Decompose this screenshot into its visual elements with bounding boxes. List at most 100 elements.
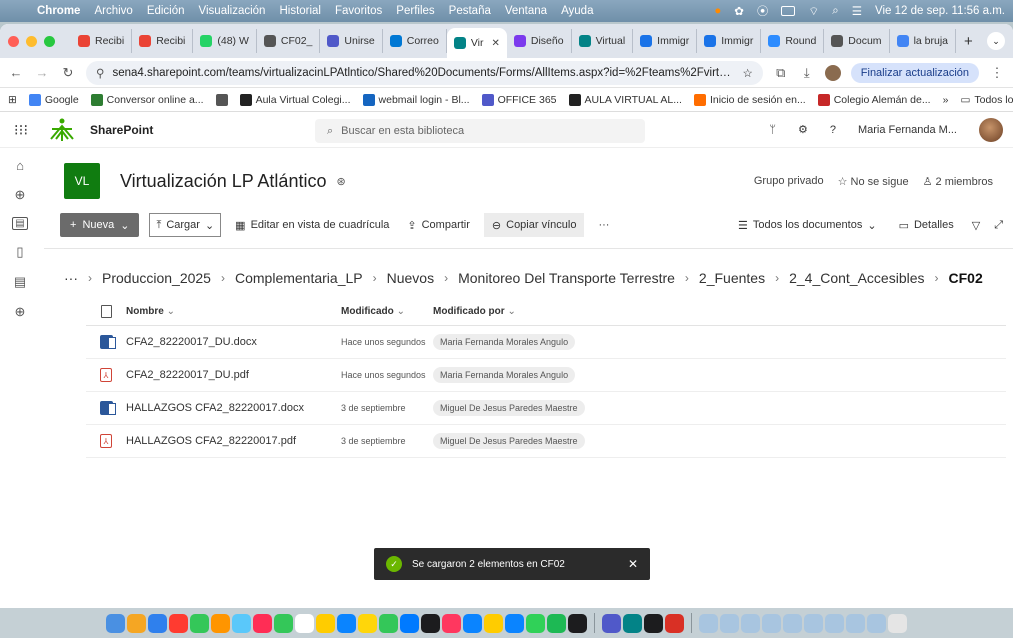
modified-by-column-header[interactable]: Modificado por ⌄ <box>433 306 1006 317</box>
browser-tab[interactable]: Diseño <box>507 29 572 53</box>
avatar[interactable] <box>979 117 1003 142</box>
apps-grid-icon[interactable]: ⊞ <box>8 94 17 106</box>
menu-ayuda[interactable]: Ayuda <box>554 5 600 17</box>
dock-app-icon[interactable] <box>699 613 718 633</box>
site-logo[interactable]: VL <box>64 163 100 199</box>
tab-search-icon[interactable]: ⌄ <box>987 32 1005 50</box>
browser-tab[interactable]: Recibi <box>71 29 133 53</box>
new-button[interactable]: + Nueva ⌄ <box>60 213 140 237</box>
share-button[interactable]: ⇪ Compartir <box>403 219 474 232</box>
dock-app-icon[interactable] <box>484 613 503 633</box>
profile-icon[interactable] <box>824 64 841 81</box>
menu-edicion[interactable]: Edición <box>140 5 192 17</box>
more-commands-button[interactable]: ··· <box>594 219 613 231</box>
bookmark-star-icon[interactable]: ☆ <box>742 66 752 80</box>
zoom-window-button[interactable] <box>44 35 55 47</box>
bookmark-item[interactable]: webmail login - Bl... <box>362 93 470 106</box>
browser-tab[interactable]: (48) W <box>193 29 257 53</box>
close-tab-icon[interactable]: ✕ <box>492 38 500 49</box>
reload-icon[interactable]: ↻ <box>60 65 76 81</box>
dock-app-icon[interactable] <box>644 613 663 633</box>
menu-perfiles[interactable]: Perfiles <box>389 5 441 17</box>
app-title[interactable]: SharePoint <box>90 123 153 137</box>
create-plus-icon[interactable]: ⊕ <box>15 304 26 320</box>
dock-app-icon[interactable] <box>741 613 760 633</box>
dock-app-icon[interactable] <box>148 613 167 633</box>
dock-app-icon[interactable] <box>602 613 621 633</box>
dock-app-icon[interactable] <box>783 613 802 633</box>
dock-app-icon[interactable] <box>623 613 642 633</box>
share-network-icon[interactable]: ᛘ <box>769 124 776 136</box>
dock-app-icon[interactable] <box>127 613 146 633</box>
breadcrumb-overflow[interactable]: ··· <box>64 270 78 286</box>
help-icon[interactable]: ? <box>830 124 836 136</box>
dock-app-icon[interactable] <box>442 613 461 633</box>
dock-app-icon[interactable] <box>316 613 335 633</box>
dock-app-icon[interactable] <box>379 613 398 633</box>
browser-tab[interactable]: Immigr <box>633 29 698 53</box>
menu-visualizacion[interactable]: Visualización <box>192 5 273 17</box>
dock-app-icon[interactable] <box>463 613 482 633</box>
download-icon[interactable]: ⤓ <box>799 65 815 81</box>
dock-app-icon[interactable] <box>169 613 188 633</box>
search-icon[interactable]: ⌕ <box>832 5 838 18</box>
modified-column-header[interactable]: Modificado ⌄ <box>341 306 433 317</box>
members-button[interactable]: ♙ 2 miembros <box>923 175 993 188</box>
dock-app-icon[interactable] <box>358 613 377 633</box>
table-row[interactable]: ⅄ CFA2_82220017_DU.pdf Hace unos segundos M… <box>86 359 1006 392</box>
forward-icon[interactable]: → <box>34 65 50 80</box>
grid-edit-button[interactable]: ▦ Editar en vista de cuadrícula <box>231 219 393 232</box>
browser-tab[interactable]: Correo <box>383 29 447 53</box>
news-icon[interactable]: ▤ <box>12 217 28 230</box>
filter-icon[interactable]: ▽ <box>972 219 980 232</box>
minimize-window-button[interactable] <box>26 35 37 47</box>
breadcrumb-item[interactable]: Complementaria_LP <box>235 270 363 286</box>
name-column-header[interactable]: Nombre ⌄ <box>126 306 341 317</box>
settings-gear-icon[interactable]: ⚙ <box>798 123 808 136</box>
modified-by-chip[interactable]: Miguel De Jesus Paredes Maestre <box>433 433 585 449</box>
dock-app-icon[interactable] <box>720 613 739 633</box>
breadcrumb-item[interactable]: 2_Fuentes <box>699 270 765 286</box>
menu-pestana[interactable]: Pestaña <box>442 5 498 17</box>
bookmark-item[interactable]: Conversor online a... <box>90 93 204 106</box>
file-name-link[interactable]: HALLAZGOS CFA2_82220017.docx <box>126 402 341 414</box>
dock-app-icon[interactable] <box>762 613 781 633</box>
breadcrumb-item[interactable]: 2_4_Cont_Accesibles <box>789 270 924 286</box>
bookmark-item[interactable]: Aula Virtual Colegi... <box>239 93 351 106</box>
dock-app-icon[interactable] <box>190 613 209 633</box>
omnibox[interactable]: ⚲ sena4.sharepoint.com/teams/virtualizac… <box>86 60 763 85</box>
home-icon[interactable]: ⌂ <box>16 158 24 173</box>
library-search-input[interactable]: ⌕ Buscar en esta biblioteca <box>315 119 645 143</box>
back-icon[interactable]: ← <box>8 65 24 80</box>
dock-app-icon[interactable] <box>400 613 419 633</box>
browser-tab[interactable]: Round <box>761 29 825 53</box>
file-icon[interactable]: ▯ <box>16 244 23 260</box>
bookmark-item[interactable] <box>215 93 228 106</box>
keyboard-layout-icon[interactable] <box>781 6 796 16</box>
dock-app-icon[interactable] <box>804 613 823 633</box>
dock-app-icon[interactable] <box>232 613 251 633</box>
chrome-menu-icon[interactable]: ⋮ <box>989 65 1005 81</box>
browser-tab[interactable]: Virtual <box>572 29 634 53</box>
upload-button[interactable]: ⤒ Cargar ⌄ <box>149 213 222 237</box>
follow-button[interactable]: ☆ No se sigue <box>838 175 909 188</box>
menu-clock[interactable]: Vie 12 de sep. 11:56 a.m. <box>875 5 1005 17</box>
menu-favoritos[interactable]: Favoritos <box>328 5 389 17</box>
globe-icon[interactable]: ⊕ <box>15 187 26 203</box>
breadcrumb-item[interactable]: Monitoreo Del Transporte Terrestre <box>458 270 675 286</box>
dock-app-icon[interactable] <box>337 613 356 633</box>
file-name-link[interactable]: HALLAZGOS CFA2_82220017.pdf <box>126 435 341 447</box>
user-name[interactable]: Maria Fernanda M... <box>858 124 957 136</box>
expand-icon[interactable]: ⤢ <box>994 219 1003 232</box>
copy-link-button[interactable]: ⊖ Copiar vínculo <box>483 213 585 237</box>
all-bookmarks[interactable]: ▭ Todos los favoritos <box>960 94 1013 106</box>
list-icon[interactable]: ▤ <box>14 274 26 290</box>
status-app-icon[interactable]: ● <box>714 5 721 17</box>
site-info-icon[interactable]: ⚲ <box>96 66 104 80</box>
browser-tab[interactable]: Immigr <box>697 29 762 53</box>
wifi-icon[interactable]: ⌔ <box>808 4 819 19</box>
dock-app-icon[interactable] <box>526 613 545 633</box>
dock-app-icon[interactable] <box>846 613 865 633</box>
table-row[interactable]: HALLAZGOS CFA2_82220017.docx 3 de septiem… <box>86 392 1006 425</box>
dock-app-icon[interactable] <box>867 613 886 633</box>
